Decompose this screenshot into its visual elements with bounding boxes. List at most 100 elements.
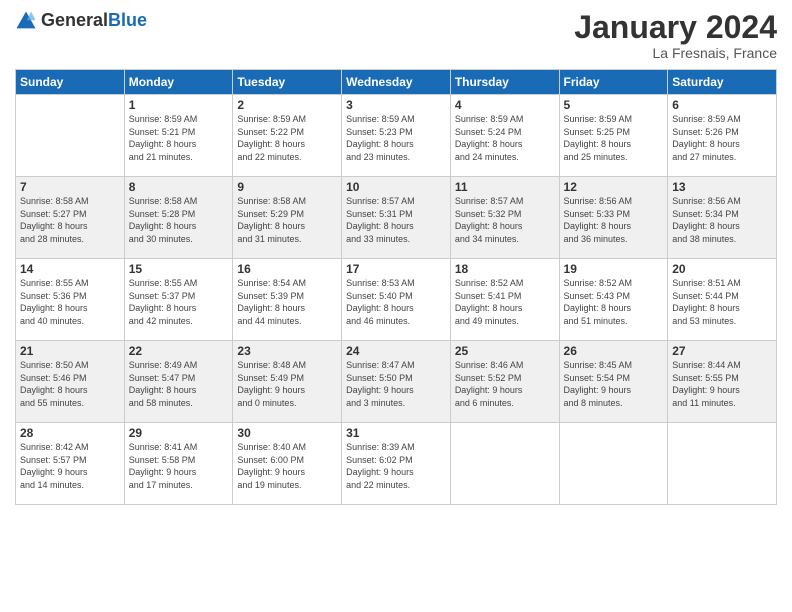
day-number: 19 xyxy=(564,262,664,276)
cell-info: Sunrise: 8:59 AM Sunset: 5:25 PM Dayligh… xyxy=(564,113,664,163)
day-number: 11 xyxy=(455,180,555,194)
cell-info: Sunrise: 8:59 AM Sunset: 5:26 PM Dayligh… xyxy=(672,113,772,163)
cell-info: Sunrise: 8:55 AM Sunset: 5:36 PM Dayligh… xyxy=(20,277,120,327)
day-number: 20 xyxy=(672,262,772,276)
cell-info: Sunrise: 8:49 AM Sunset: 5:47 PM Dayligh… xyxy=(129,359,229,409)
day-number: 10 xyxy=(346,180,446,194)
cell-info: Sunrise: 8:40 AM Sunset: 6:00 PM Dayligh… xyxy=(237,441,337,491)
calendar-cell xyxy=(559,423,668,505)
cell-info: Sunrise: 8:45 AM Sunset: 5:54 PM Dayligh… xyxy=(564,359,664,409)
day-header-sunday: Sunday xyxy=(16,70,125,95)
calendar-cell: 19Sunrise: 8:52 AM Sunset: 5:43 PM Dayli… xyxy=(559,259,668,341)
day-header-friday: Friday xyxy=(559,70,668,95)
day-number: 26 xyxy=(564,344,664,358)
calendar-cell: 14Sunrise: 8:55 AM Sunset: 5:36 PM Dayli… xyxy=(16,259,125,341)
day-number: 21 xyxy=(20,344,120,358)
calendar-cell: 11Sunrise: 8:57 AM Sunset: 5:32 PM Dayli… xyxy=(450,177,559,259)
day-number: 9 xyxy=(237,180,337,194)
day-header-monday: Monday xyxy=(124,70,233,95)
cell-info: Sunrise: 8:52 AM Sunset: 5:41 PM Dayligh… xyxy=(455,277,555,327)
day-number: 5 xyxy=(564,98,664,112)
day-number: 18 xyxy=(455,262,555,276)
location-subtitle: La Fresnais, France xyxy=(574,45,777,61)
day-number: 14 xyxy=(20,262,120,276)
cell-info: Sunrise: 8:57 AM Sunset: 5:31 PM Dayligh… xyxy=(346,195,446,245)
calendar-cell: 30Sunrise: 8:40 AM Sunset: 6:00 PM Dayli… xyxy=(233,423,342,505)
cell-info: Sunrise: 8:58 AM Sunset: 5:29 PM Dayligh… xyxy=(237,195,337,245)
day-number: 27 xyxy=(672,344,772,358)
cell-info: Sunrise: 8:46 AM Sunset: 5:52 PM Dayligh… xyxy=(455,359,555,409)
day-header-tuesday: Tuesday xyxy=(233,70,342,95)
day-number: 13 xyxy=(672,180,772,194)
calendar-cell: 24Sunrise: 8:47 AM Sunset: 5:50 PM Dayli… xyxy=(342,341,451,423)
calendar-cell: 29Sunrise: 8:41 AM Sunset: 5:58 PM Dayli… xyxy=(124,423,233,505)
day-number: 24 xyxy=(346,344,446,358)
cell-info: Sunrise: 8:44 AM Sunset: 5:55 PM Dayligh… xyxy=(672,359,772,409)
day-number: 1 xyxy=(129,98,229,112)
week-row-1: 1Sunrise: 8:59 AM Sunset: 5:21 PM Daylig… xyxy=(16,95,777,177)
day-number: 7 xyxy=(20,180,120,194)
calendar-cell: 22Sunrise: 8:49 AM Sunset: 5:47 PM Dayli… xyxy=(124,341,233,423)
cell-info: Sunrise: 8:41 AM Sunset: 5:58 PM Dayligh… xyxy=(129,441,229,491)
day-header-thursday: Thursday xyxy=(450,70,559,95)
week-row-4: 21Sunrise: 8:50 AM Sunset: 5:46 PM Dayli… xyxy=(16,341,777,423)
day-number: 30 xyxy=(237,426,337,440)
cell-info: Sunrise: 8:47 AM Sunset: 5:50 PM Dayligh… xyxy=(346,359,446,409)
calendar-cell: 23Sunrise: 8:48 AM Sunset: 5:49 PM Dayli… xyxy=(233,341,342,423)
calendar-cell xyxy=(450,423,559,505)
day-number: 25 xyxy=(455,344,555,358)
day-number: 12 xyxy=(564,180,664,194)
calendar-cell: 9Sunrise: 8:58 AM Sunset: 5:29 PM Daylig… xyxy=(233,177,342,259)
days-header-row: SundayMondayTuesdayWednesdayThursdayFrid… xyxy=(16,70,777,95)
title-block: January 2024 La Fresnais, France xyxy=(574,10,777,61)
calendar-cell: 4Sunrise: 8:59 AM Sunset: 5:24 PM Daylig… xyxy=(450,95,559,177)
day-number: 17 xyxy=(346,262,446,276)
page: GeneralBlue January 2024 La Fresnais, Fr… xyxy=(0,0,792,612)
cell-info: Sunrise: 8:59 AM Sunset: 5:22 PM Dayligh… xyxy=(237,113,337,163)
header: GeneralBlue January 2024 La Fresnais, Fr… xyxy=(15,10,777,61)
cell-info: Sunrise: 8:58 AM Sunset: 5:28 PM Dayligh… xyxy=(129,195,229,245)
cell-info: Sunrise: 8:56 AM Sunset: 5:34 PM Dayligh… xyxy=(672,195,772,245)
logo-general: General xyxy=(41,10,108,30)
day-number: 6 xyxy=(672,98,772,112)
calendar-cell: 25Sunrise: 8:46 AM Sunset: 5:52 PM Dayli… xyxy=(450,341,559,423)
calendar-cell: 8Sunrise: 8:58 AM Sunset: 5:28 PM Daylig… xyxy=(124,177,233,259)
calendar-cell: 31Sunrise: 8:39 AM Sunset: 6:02 PM Dayli… xyxy=(342,423,451,505)
calendar-cell: 16Sunrise: 8:54 AM Sunset: 5:39 PM Dayli… xyxy=(233,259,342,341)
cell-info: Sunrise: 8:56 AM Sunset: 5:33 PM Dayligh… xyxy=(564,195,664,245)
calendar-cell: 2Sunrise: 8:59 AM Sunset: 5:22 PM Daylig… xyxy=(233,95,342,177)
calendar-cell: 20Sunrise: 8:51 AM Sunset: 5:44 PM Dayli… xyxy=(668,259,777,341)
cell-info: Sunrise: 8:39 AM Sunset: 6:02 PM Dayligh… xyxy=(346,441,446,491)
day-number: 22 xyxy=(129,344,229,358)
day-number: 15 xyxy=(129,262,229,276)
calendar-cell: 21Sunrise: 8:50 AM Sunset: 5:46 PM Dayli… xyxy=(16,341,125,423)
day-number: 31 xyxy=(346,426,446,440)
calendar-cell xyxy=(668,423,777,505)
cell-info: Sunrise: 8:59 AM Sunset: 5:23 PM Dayligh… xyxy=(346,113,446,163)
calendar-cell: 12Sunrise: 8:56 AM Sunset: 5:33 PM Dayli… xyxy=(559,177,668,259)
week-row-2: 7Sunrise: 8:58 AM Sunset: 5:27 PM Daylig… xyxy=(16,177,777,259)
day-number: 8 xyxy=(129,180,229,194)
cell-info: Sunrise: 8:48 AM Sunset: 5:49 PM Dayligh… xyxy=(237,359,337,409)
month-title: January 2024 xyxy=(574,10,777,45)
calendar-cell: 26Sunrise: 8:45 AM Sunset: 5:54 PM Dayli… xyxy=(559,341,668,423)
calendar-cell: 3Sunrise: 8:59 AM Sunset: 5:23 PM Daylig… xyxy=(342,95,451,177)
day-number: 29 xyxy=(129,426,229,440)
calendar-cell: 6Sunrise: 8:59 AM Sunset: 5:26 PM Daylig… xyxy=(668,95,777,177)
calendar-cell xyxy=(16,95,125,177)
week-row-3: 14Sunrise: 8:55 AM Sunset: 5:36 PM Dayli… xyxy=(16,259,777,341)
week-row-5: 28Sunrise: 8:42 AM Sunset: 5:57 PM Dayli… xyxy=(16,423,777,505)
cell-info: Sunrise: 8:51 AM Sunset: 5:44 PM Dayligh… xyxy=(672,277,772,327)
day-header-saturday: Saturday xyxy=(668,70,777,95)
cell-info: Sunrise: 8:55 AM Sunset: 5:37 PM Dayligh… xyxy=(129,277,229,327)
day-number: 4 xyxy=(455,98,555,112)
logo-blue: Blue xyxy=(108,10,147,30)
calendar-cell: 10Sunrise: 8:57 AM Sunset: 5:31 PM Dayli… xyxy=(342,177,451,259)
calendar-cell: 7Sunrise: 8:58 AM Sunset: 5:27 PM Daylig… xyxy=(16,177,125,259)
calendar-cell: 27Sunrise: 8:44 AM Sunset: 5:55 PM Dayli… xyxy=(668,341,777,423)
calendar-cell: 17Sunrise: 8:53 AM Sunset: 5:40 PM Dayli… xyxy=(342,259,451,341)
day-number: 28 xyxy=(20,426,120,440)
cell-info: Sunrise: 8:54 AM Sunset: 5:39 PM Dayligh… xyxy=(237,277,337,327)
cell-info: Sunrise: 8:58 AM Sunset: 5:27 PM Dayligh… xyxy=(20,195,120,245)
day-number: 2 xyxy=(237,98,337,112)
